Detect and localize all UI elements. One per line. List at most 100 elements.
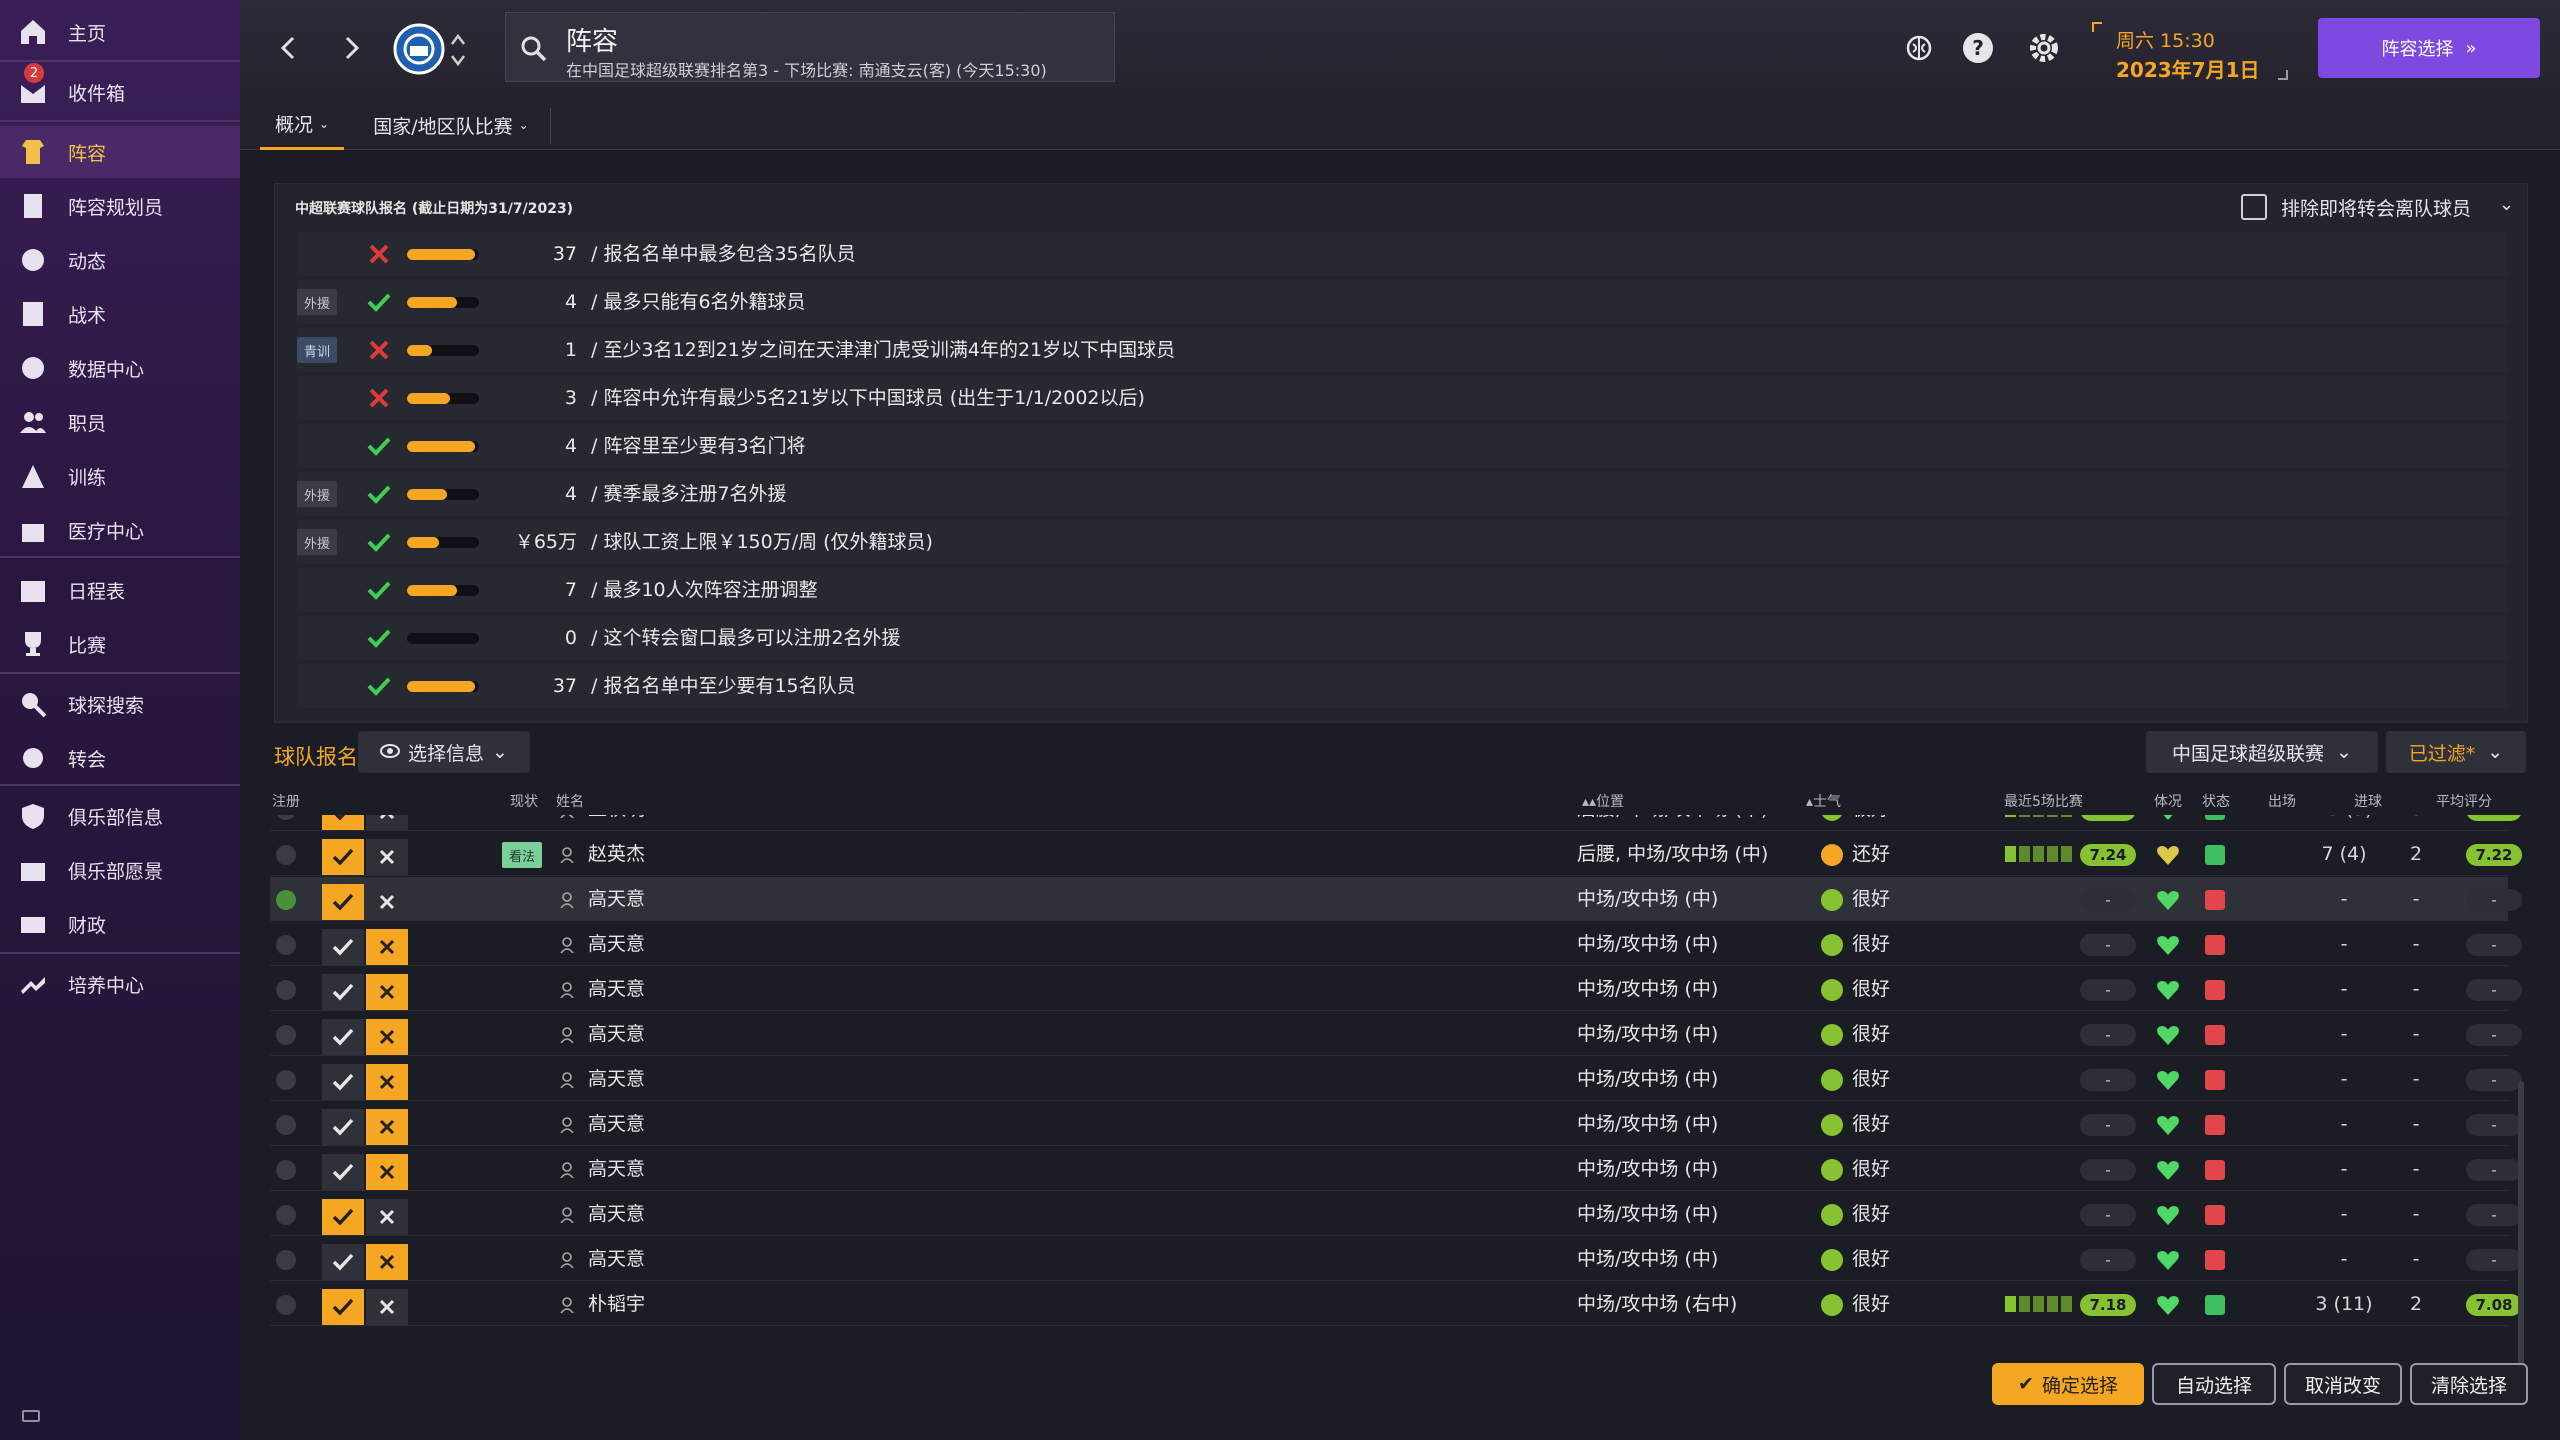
unregister-cross-button[interactable] [366, 1289, 408, 1325]
register-check-button[interactable] [322, 1109, 364, 1145]
col-header-status[interactable]: 现状 [510, 791, 538, 811]
player-name[interactable]: 高天意 [588, 1147, 645, 1191]
sidebar-item-transfer[interactable]: 转会 [0, 732, 240, 784]
sidebar-item-finance[interactable]: 财政 [0, 898, 240, 950]
unregister-cross-button[interactable] [366, 884, 408, 920]
unregister-cross-button[interactable] [366, 1064, 408, 1100]
sidebar-item-squad[interactable]: 阵容 [0, 126, 240, 178]
col-header-form[interactable]: 最近5场比赛 [2004, 791, 2083, 811]
player-name[interactable]: 高天意 [588, 1102, 645, 1146]
table-row[interactable]: 高天意 中场/攻中场 (中) 很好 - - - - [270, 922, 2522, 966]
col-header-fitness[interactable]: 体况 [2154, 791, 2182, 811]
player-name[interactable]: 朴韬宇 [588, 1282, 645, 1326]
player-name[interactable]: 高天意 [588, 967, 645, 1011]
table-row[interactable]: 高天意 中场/攻中场 (中) 很好 - - - - [270, 877, 2522, 921]
status-badge[interactable]: 看法 [502, 842, 542, 868]
register-check-button[interactable] [322, 1154, 364, 1190]
unregister-cross-button[interactable] [366, 1019, 408, 1055]
sidebar-item-club-info[interactable]: 俱乐部信息 [0, 790, 240, 842]
col-header-rating[interactable]: 平均评分 [2436, 791, 2492, 811]
player-name[interactable]: 高天意 [588, 1057, 645, 1101]
col-header-reg[interactable]: 注册 [272, 791, 300, 811]
table-row[interactable]: 高天意 中场/攻中场 (中) 很好 - - - - [270, 1102, 2522, 1146]
clear-selection-button[interactable]: 清除选择 [2410, 1363, 2528, 1405]
cancel-changes-button[interactable]: 取消改变 [2284, 1363, 2402, 1405]
sidebar-item-home[interactable]: 主页 [0, 6, 240, 58]
list-scrollbar[interactable] [2518, 1081, 2524, 1391]
unregister-cross-button[interactable] [366, 929, 408, 965]
exclude-leaving-checkbox[interactable] [2241, 194, 2267, 220]
squad-select-button[interactable]: 阵容选择 » [2318, 18, 2540, 78]
sidebar-item-development[interactable]: 培养中心 [0, 958, 240, 1010]
register-check-button[interactable] [322, 1244, 364, 1280]
brain-icon[interactable] [1902, 32, 1936, 66]
table-row[interactable]: 看法 赵英杰 后腰, 中场/攻中场 (中) 还好 7.24 7 (4) 2 7.22 [270, 832, 2522, 876]
player-name[interactable]: 高天意 [588, 922, 645, 966]
club-crest-icon[interactable] [392, 22, 446, 76]
sidebar-item-inbox[interactable]: 2 收件箱 [0, 63, 240, 118]
unregister-cross-button[interactable] [366, 1154, 408, 1190]
sidebar-item-training[interactable]: 训练 [0, 450, 240, 502]
register-check-button[interactable] [322, 1019, 364, 1055]
filter-dropdown[interactable]: 已过滤* ⌄ [2386, 731, 2526, 773]
table-row[interactable]: 朴韬宇 中场/攻中场 (右中) 很好 7.18 3 (11) 2 7.08 [270, 1282, 2522, 1326]
col-header-condition[interactable]: 状态 [2202, 791, 2230, 811]
tab-overview[interactable]: 概况 ⌄ [260, 100, 344, 150]
help-icon[interactable]: ? [1960, 30, 1996, 66]
unregister-cross-button[interactable] [366, 839, 408, 875]
player-name[interactable]: 高天意 [588, 1237, 645, 1281]
register-check-button[interactable] [322, 839, 364, 875]
sidebar-item-club-vision[interactable]: 俱乐部愿景 [0, 844, 240, 896]
sidebar-item-data-hub[interactable]: 数据中心 [0, 342, 240, 394]
player-name[interactable]: 赵英杰 [588, 832, 645, 876]
exclude-leaving-label[interactable]: 排除即将转会离队球员 [2281, 194, 2471, 221]
register-check-button[interactable] [322, 974, 364, 1010]
select-info-button[interactable]: 选择信息 ⌄ [358, 731, 530, 773]
col-header-name[interactable]: 姓名 [556, 791, 584, 811]
sidebar-collapse-icon[interactable] [22, 1410, 40, 1422]
register-check-button[interactable] [322, 1289, 364, 1325]
sidebar-item-tactics[interactable]: 战术 [0, 288, 240, 340]
unregister-cross-button[interactable] [366, 974, 408, 1010]
unregister-cross-button[interactable] [366, 1199, 408, 1235]
sidebar-item-medical[interactable]: 医疗中心 [0, 504, 240, 556]
col-header-goals[interactable]: 进球 [2354, 791, 2382, 811]
col-header-morale[interactable]: ▴士气 [1806, 791, 1841, 811]
register-check-button[interactable] [322, 1199, 364, 1235]
col-header-apps[interactable]: 出场 [2268, 791, 2296, 811]
table-row[interactable]: 高天意 中场/攻中场 (中) 很好 - - - - [270, 1012, 2522, 1056]
search-icon[interactable] [520, 35, 548, 63]
player-name[interactable]: 高天意 [588, 877, 645, 921]
register-check-button[interactable] [322, 815, 364, 830]
sidebar-item-planner[interactable]: 阵容规划员 [0, 180, 240, 232]
confirm-selection-button[interactable]: ✔ 确定选择 [1992, 1363, 2144, 1405]
table-row[interactable]: 高天意 中场/攻中场 (中) 很好 - - - - [270, 967, 2522, 1011]
chevron-down-icon[interactable]: ⌄ [2499, 194, 2514, 215]
table-row[interactable]: 高天意 中场/攻中场 (中) 很好 - - - - [270, 1147, 2522, 1191]
club-switch-icon[interactable] [448, 30, 468, 70]
player-name[interactable]: 高天意 [588, 1192, 645, 1236]
register-check-button[interactable] [322, 1064, 364, 1100]
tab-national-team[interactable]: 国家/地区队比赛 ⌄ [366, 100, 536, 150]
settings-gear-icon[interactable] [2026, 30, 2062, 66]
sidebar-item-scouting[interactable]: 球探搜索 [0, 678, 240, 730]
unregister-cross-button[interactable] [366, 1109, 408, 1145]
table-row[interactable]: 王秋明 后腰, 中场/攻中场 (中) 极好 7.46 13 (3)6 7.24 [270, 815, 2522, 831]
col-header-position[interactable]: ▴▴位置 [1582, 791, 1624, 811]
player-name[interactable]: 高天意 [588, 1012, 645, 1056]
sidebar-item-trophy[interactable]: 比赛 [0, 618, 240, 670]
back-button[interactable] [270, 30, 306, 66]
register-check-button[interactable] [322, 929, 364, 965]
sidebar-item-dynamics[interactable]: 动态 [0, 234, 240, 286]
sidebar-item-staff[interactable]: 职员 [0, 396, 240, 448]
auto-select-button[interactable]: 自动选择 [2152, 1363, 2276, 1405]
forward-button[interactable] [334, 30, 370, 66]
table-row[interactable]: 高天意 中场/攻中场 (中) 很好 - - - - [270, 1192, 2522, 1236]
league-dropdown[interactable]: 中国足球超级联赛 ⌄ [2146, 731, 2378, 773]
player-name[interactable]: 王秋明 [588, 815, 645, 831]
unregister-cross-button[interactable] [366, 1244, 408, 1280]
table-row[interactable]: 高天意 中场/攻中场 (中) 很好 - - - - [270, 1057, 2522, 1101]
game-date[interactable]: 周六 15:30 2023年7月1日 [2092, 14, 2292, 84]
search-box[interactable]: 阵容 在中国足球超级联赛排名第3 - 下场比赛: 南通支云(客) (今天15:3… [505, 12, 1115, 82]
table-row[interactable]: 高天意 中场/攻中场 (中) 很好 - - - - [270, 1237, 2522, 1281]
